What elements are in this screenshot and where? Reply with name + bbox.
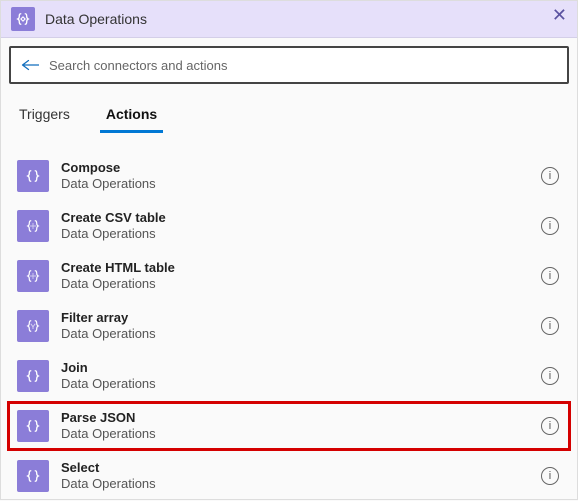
tab-actions[interactable]: Actions — [100, 102, 163, 133]
search-bar[interactable] — [9, 46, 569, 84]
action-item-create-html-table[interactable]: Create HTML table Data Operations i — [7, 251, 571, 301]
braces-diamond-icon — [11, 7, 35, 31]
info-icon[interactable]: i — [541, 267, 559, 285]
info-icon[interactable]: i — [541, 467, 559, 485]
braces-icon — [17, 360, 49, 392]
actions-list: Compose Data Operations i Create CSV tab… — [1, 133, 577, 501]
action-labels: Create HTML table Data Operations — [61, 260, 541, 291]
braces-icon — [17, 460, 49, 492]
braces-icon — [17, 410, 49, 442]
tabs: Triggers Actions — [1, 84, 577, 133]
filter-braces-icon — [17, 310, 49, 342]
info-icon[interactable]: i — [541, 317, 559, 335]
action-name: Join — [61, 360, 541, 376]
action-connector: Data Operations — [61, 176, 541, 192]
search-input[interactable] — [49, 58, 557, 73]
action-item-parse-json[interactable]: Parse JSON Data Operations i — [7, 401, 571, 451]
action-item-select[interactable]: Select Data Operations i — [7, 451, 571, 501]
info-icon[interactable]: i — [541, 367, 559, 385]
action-connector: Data Operations — [61, 426, 541, 442]
action-labels: Join Data Operations — [61, 360, 541, 391]
action-connector: Data Operations — [61, 476, 541, 492]
action-connector: Data Operations — [61, 376, 541, 392]
action-labels: Compose Data Operations — [61, 160, 541, 191]
action-connector: Data Operations — [61, 276, 541, 292]
action-item-filter-array[interactable]: Filter array Data Operations i — [7, 301, 571, 351]
action-name: Create CSV table — [61, 210, 541, 226]
info-icon[interactable]: i — [541, 417, 559, 435]
tab-triggers[interactable]: Triggers — [13, 102, 76, 133]
action-name: Create HTML table — [61, 260, 541, 276]
action-labels: Filter array Data Operations — [61, 310, 541, 341]
panel-header: Data Operations ✕ — [1, 1, 577, 38]
action-connector: Data Operations — [61, 226, 541, 242]
table-braces-icon — [17, 210, 49, 242]
action-connector: Data Operations — [61, 326, 541, 342]
action-item-join[interactable]: Join Data Operations i — [7, 351, 571, 401]
back-arrow-icon[interactable] — [21, 58, 39, 72]
info-icon[interactable]: i — [541, 167, 559, 185]
braces-icon — [17, 160, 49, 192]
action-item-create-csv-table[interactable]: Create CSV table Data Operations i — [7, 201, 571, 251]
action-labels: Select Data Operations — [61, 460, 541, 491]
action-item-compose[interactable]: Compose Data Operations i — [7, 151, 571, 201]
action-name: Compose — [61, 160, 541, 176]
close-button[interactable]: ✕ — [552, 5, 567, 26]
action-name: Select — [61, 460, 541, 476]
action-labels: Parse JSON Data Operations — [61, 410, 541, 441]
action-labels: Create CSV table Data Operations — [61, 210, 541, 241]
action-name: Filter array — [61, 310, 541, 326]
panel-title: Data Operations — [45, 11, 147, 27]
action-name: Parse JSON — [61, 410, 541, 426]
table-braces-icon — [17, 260, 49, 292]
search-container — [1, 38, 577, 84]
info-icon[interactable]: i — [541, 217, 559, 235]
